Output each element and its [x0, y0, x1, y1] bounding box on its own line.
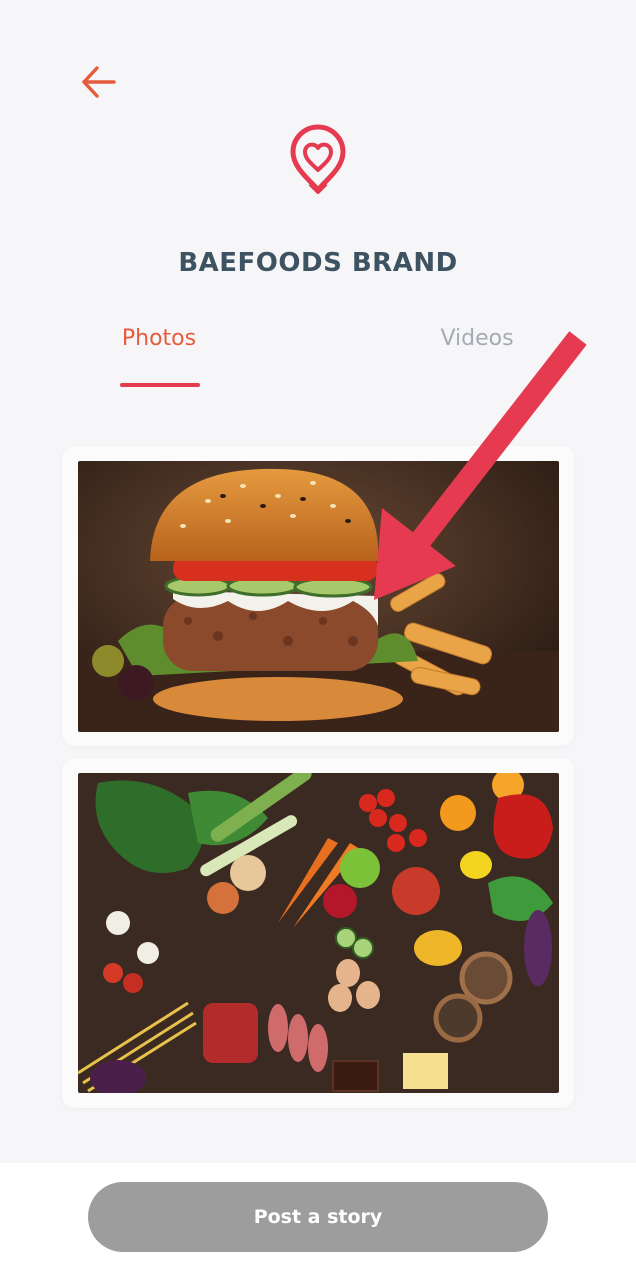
post-story-button[interactable]: Post a story	[88, 1182, 548, 1252]
active-tab-indicator	[120, 383, 200, 387]
photo-card[interactable]	[62, 446, 574, 746]
burger-photo	[78, 461, 559, 732]
back-button[interactable]	[74, 58, 122, 106]
arrow-left-icon	[82, 66, 116, 98]
heart-location-pin-icon	[290, 124, 346, 194]
page-title: BAEFOODS BRAND	[178, 248, 458, 278]
tab-videos[interactable]: Videos	[426, 326, 528, 390]
vegetables-flatlay-photo	[78, 773, 559, 1093]
tab-photos[interactable]: Photos	[112, 326, 206, 390]
photo-card[interactable]	[62, 758, 574, 1108]
